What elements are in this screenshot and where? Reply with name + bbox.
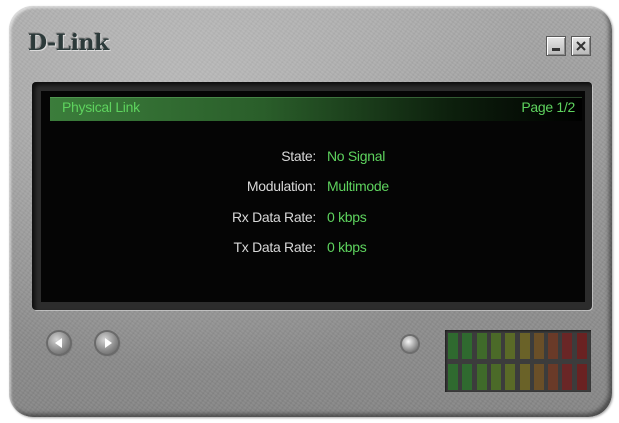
meter-segment xyxy=(505,364,516,390)
tx-rate-value: 0 kbps xyxy=(327,239,367,255)
meter-segment xyxy=(548,364,559,390)
dlink-logo: D-Link xyxy=(28,30,109,56)
page-indicator: Page 1/2 xyxy=(521,99,575,115)
meter-segment xyxy=(562,364,573,390)
meter-segment xyxy=(476,364,487,390)
meter-segment xyxy=(490,364,501,390)
rx-rate-row: Rx Data Rate: 0 kbps xyxy=(0,209,619,229)
forward-arrow-icon xyxy=(104,338,112,348)
tx-rate-label: Tx Data Rate: xyxy=(233,239,317,255)
meter-segment xyxy=(576,364,587,390)
meter-segment xyxy=(490,333,501,359)
state-label: State: xyxy=(281,148,316,164)
meter-segment xyxy=(548,333,559,359)
previous-page-button[interactable] xyxy=(48,332,70,354)
meter-segment xyxy=(533,364,544,390)
close-icon xyxy=(576,41,586,51)
signal-meter xyxy=(445,330,591,392)
meter-segment xyxy=(576,333,587,359)
minimize-button[interactable] xyxy=(546,36,566,56)
modulation-row: Modulation: Multimode xyxy=(0,178,619,198)
meter-segment xyxy=(533,333,544,359)
modulation-label: Modulation: xyxy=(246,178,316,194)
meter-segment xyxy=(519,364,530,390)
minimize-icon xyxy=(552,48,560,51)
meter-segment xyxy=(462,364,473,390)
tx-rate-row: Tx Data Rate: 0 kbps xyxy=(0,239,619,259)
rx-rate-value: 0 kbps xyxy=(327,209,367,225)
meter-segment xyxy=(505,333,516,359)
meter-segment xyxy=(448,364,458,390)
rx-rate-label: Rx Data Rate: xyxy=(231,209,316,225)
meter-segment xyxy=(562,333,573,359)
status-led xyxy=(402,336,418,352)
modulation-value: Multimode xyxy=(327,178,389,194)
panel-title: Physical Link xyxy=(62,99,140,115)
state-value: No Signal xyxy=(327,148,386,164)
meter-segment xyxy=(476,333,487,359)
state-row: State: No Signal xyxy=(0,148,619,168)
close-button[interactable] xyxy=(571,36,591,56)
meter-segment xyxy=(462,333,473,359)
next-page-button[interactable] xyxy=(96,332,118,354)
meter-segment xyxy=(448,333,458,359)
meter-segment xyxy=(519,333,530,359)
back-arrow-icon xyxy=(54,338,62,348)
